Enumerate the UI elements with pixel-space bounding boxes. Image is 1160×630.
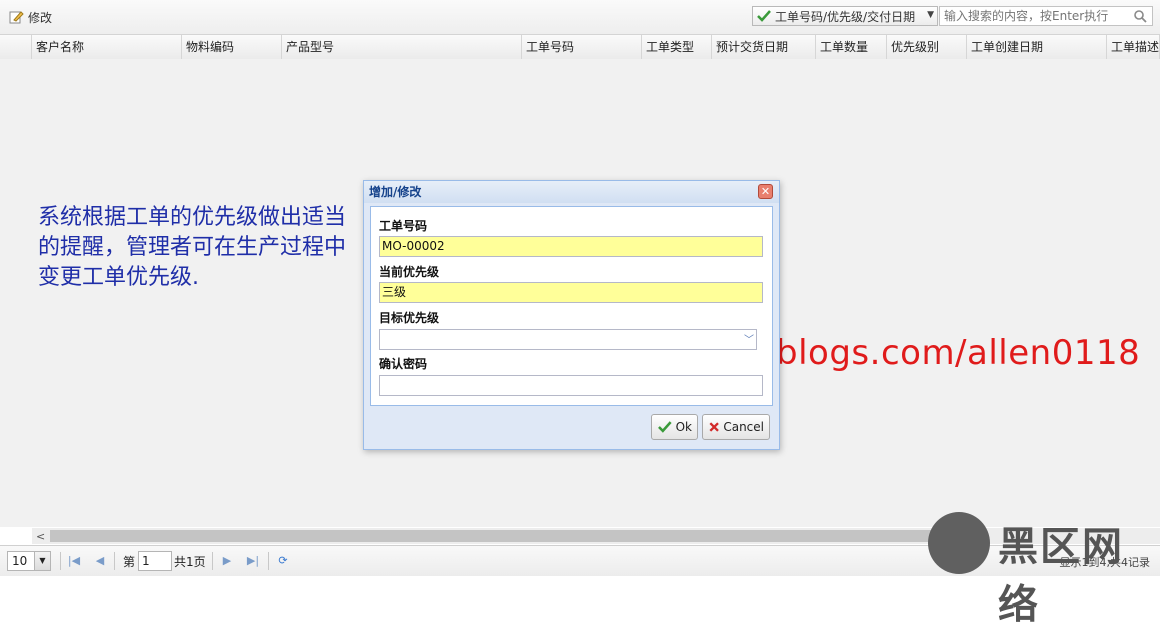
- cancel-button-label: Cancel: [723, 420, 764, 434]
- next-page-icon[interactable]: ▶: [220, 554, 234, 568]
- grid-header: 客户名称 物料编码 产品型号 工单号码 工单类型 预计交货日期 工单数量 优先级…: [0, 35, 1160, 60]
- edit-button-label: 修改: [28, 10, 53, 25]
- search-icon[interactable]: [1133, 9, 1147, 23]
- page-size-select[interactable]: 10 ▼: [7, 551, 51, 571]
- ok-button-label: Ok: [675, 420, 692, 434]
- chevron-down-icon[interactable]: ▼: [34, 552, 50, 570]
- target-priority-label: 目标优先级: [379, 311, 440, 325]
- order-number-field[interactable]: MO-00002: [379, 236, 763, 257]
- column-header[interactable]: 产品型号: [282, 35, 522, 59]
- watermark-logo-icon: [928, 512, 990, 574]
- search-input[interactable]: [939, 6, 1153, 26]
- site-watermark: 黑区网络: [928, 512, 1160, 628]
- column-header[interactable]: 工单号码: [522, 35, 642, 59]
- page-prefix: 第: [123, 555, 136, 569]
- column-header[interactable]: 客户名称: [32, 35, 182, 59]
- chevron-down-icon: ▼: [927, 10, 934, 20]
- chevron-down-icon[interactable]: ﹀: [744, 331, 754, 350]
- password-label: 确认密码: [379, 357, 428, 371]
- column-header[interactable]: 工单创建日期: [967, 35, 1107, 59]
- dialog-title: 增加/修改: [364, 181, 779, 203]
- row-number-header: [0, 35, 32, 59]
- toolbar: 修改 工单号码/优先级/交付日期 ▼: [0, 0, 1160, 35]
- search-field-select[interactable]: 工单号码/优先级/交付日期 ▼: [752, 6, 938, 26]
- check-icon: [658, 421, 672, 433]
- cancel-button[interactable]: Cancel: [702, 414, 770, 440]
- divider: [268, 552, 269, 570]
- close-icon[interactable]: ✕: [758, 184, 773, 199]
- annotation-note: 系统根据工单的优先级做出适当的提醒，管理者可在生产过程中变更工单优先级.: [38, 205, 347, 290]
- cancel-icon: [709, 422, 719, 432]
- dialog-footer: Ok Cancel: [364, 409, 779, 449]
- edit-priority-dialog: 增加/修改 ✕ 工单号码 MO-00002 当前优先级 三级 目标优先级 ﹀ 确…: [363, 180, 780, 450]
- current-priority-label: 当前优先级: [379, 265, 440, 279]
- current-priority-field[interactable]: 三级: [379, 282, 763, 303]
- column-header[interactable]: 工单描述: [1107, 35, 1160, 59]
- last-page-icon[interactable]: ▶|: [246, 554, 260, 568]
- prev-page-icon[interactable]: ◀: [93, 554, 107, 568]
- target-priority-select[interactable]: ﹀: [379, 329, 757, 350]
- refresh-icon[interactable]: ⟳: [276, 554, 290, 568]
- divider: [114, 552, 115, 570]
- scrollbar-thumb[interactable]: [50, 530, 932, 542]
- scroll-left-icon[interactable]: <: [36, 530, 45, 543]
- search-field-label: 工单号码/优先级/交付日期: [775, 9, 916, 24]
- column-header[interactable]: 优先级别: [887, 35, 967, 59]
- watermark-text: 黑区网络: [998, 524, 1124, 628]
- password-field[interactable]: [379, 375, 763, 396]
- column-header[interactable]: 工单数量: [816, 35, 887, 59]
- first-page-icon[interactable]: |◀: [67, 554, 81, 568]
- column-header[interactable]: 物料编码: [182, 35, 282, 59]
- page-number-input[interactable]: 1: [138, 551, 172, 571]
- ok-button[interactable]: Ok: [651, 414, 698, 440]
- dialog-form: 工单号码 MO-00002 当前优先级 三级 目标优先级 ﹀ 确认密码: [370, 206, 773, 406]
- check-icon: [757, 10, 771, 22]
- page-total: 共1页: [174, 555, 206, 569]
- page-size-value: 10: [12, 554, 28, 568]
- divider: [60, 552, 61, 570]
- column-header[interactable]: 工单类型: [642, 35, 712, 59]
- column-header[interactable]: 预计交货日期: [712, 35, 816, 59]
- edit-icon: [9, 11, 24, 24]
- divider: [212, 552, 213, 570]
- edit-button[interactable]: 修改: [8, 8, 52, 26]
- order-number-label: 工单号码: [379, 219, 428, 233]
